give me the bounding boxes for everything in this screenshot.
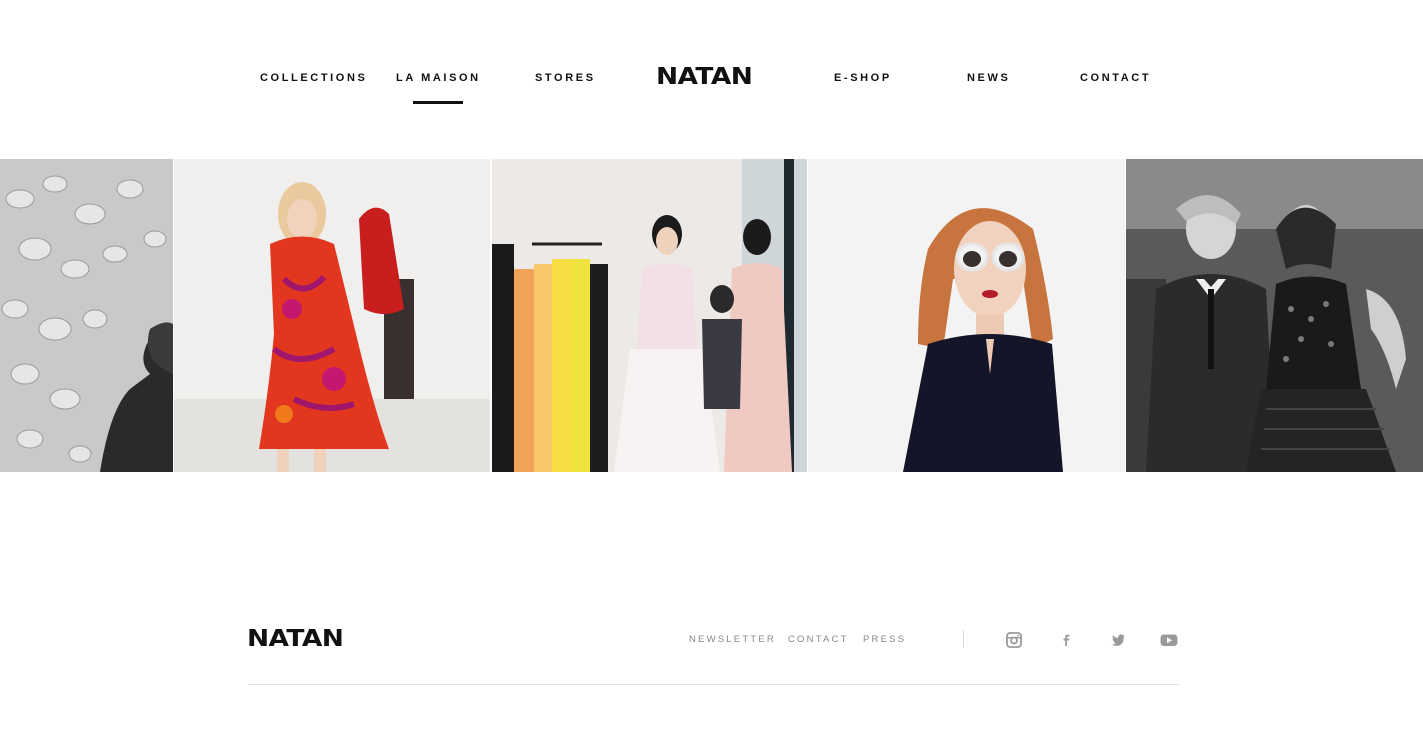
footer-logo[interactable]: NATAN	[247, 626, 344, 652]
footer-rule	[248, 684, 1179, 685]
nav-contact[interactable]: CONTACT	[1080, 72, 1151, 84]
nav-stores[interactable]: STORES	[535, 72, 596, 84]
gallery-photo-red-dress[interactable]	[174, 159, 490, 472]
footer-link-contact[interactable]: CONTACT	[788, 634, 849, 645]
gallery-photo-showroom[interactable]	[492, 159, 807, 472]
header-logo[interactable]: NATAN	[656, 64, 753, 90]
gallery-photo-sunglasses-model[interactable]	[808, 159, 1125, 472]
twitter-icon[interactable]	[1109, 631, 1127, 649]
site-header: COLLECTIONS LA MAISON STORES NATAN E-SHO…	[0, 0, 1423, 159]
youtube-icon[interactable]	[1160, 631, 1178, 649]
footer-link-newsletter[interactable]: NEWSLETTER	[689, 634, 776, 645]
gallery-photo-installation[interactable]	[0, 159, 173, 472]
nav-la-maison[interactable]: LA MAISON	[396, 72, 481, 104]
footer-link-press[interactable]: PRESS	[863, 634, 906, 645]
nav-e-shop[interactable]: E-SHOP	[834, 72, 892, 84]
gallery-photo-bw-couple[interactable]	[1126, 159, 1423, 472]
facebook-icon[interactable]	[1057, 631, 1075, 649]
instagram-icon[interactable]	[1005, 631, 1023, 649]
photo-gallery-strip	[0, 159, 1423, 472]
nav-news[interactable]: NEWS	[967, 72, 1010, 84]
nav-collections[interactable]: COLLECTIONS	[260, 72, 367, 84]
footer-divider	[963, 630, 964, 648]
